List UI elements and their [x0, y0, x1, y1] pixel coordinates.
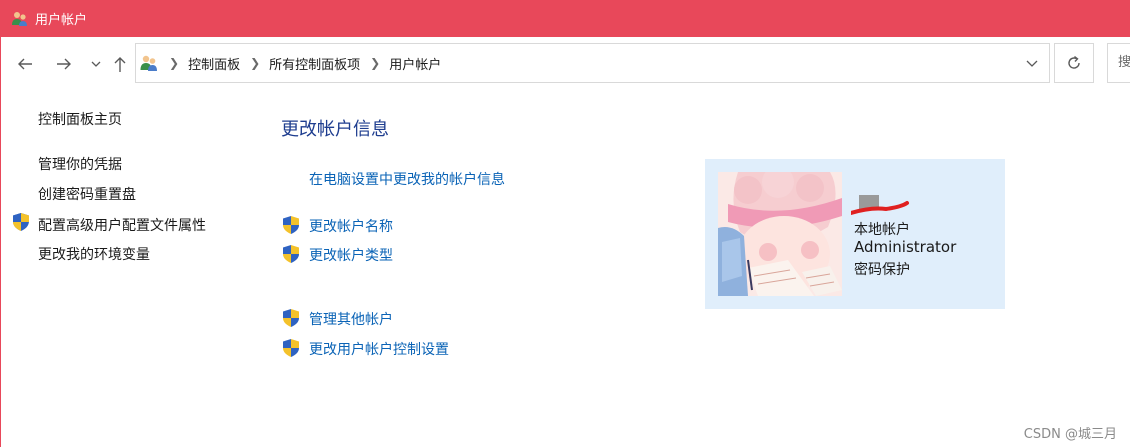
chevron-down-icon [91, 61, 101, 67]
pc-settings-link[interactable]: 在电脑设置中更改我的帐户信息 [309, 169, 505, 189]
left-pane: 控制面板主页 管理你的凭据 创建密码重置盘 配置高级用户配置文件属性 更改我的环… [1, 91, 261, 447]
address-bar[interactable]: ❯ 控制面板 ❯ 所有控制面板项 ❯ 用户帐户 [135, 43, 1050, 83]
breadcrumb-control-panel[interactable]: 控制面板 [188, 54, 240, 73]
search-input[interactable]: 搜 [1107, 43, 1130, 83]
account-name-label: Administrator [854, 238, 957, 256]
chevron-right-icon[interactable]: ❯ [169, 56, 179, 70]
navigation-bar: ❯ 控制面板 ❯ 所有控制面板项 ❯ 用户帐户 搜 [1, 37, 1130, 91]
account-type-label: 本地帐户 [854, 222, 910, 238]
watermark: CSDN @城三月 [1023, 427, 1117, 442]
forward-button[interactable] [53, 53, 75, 75]
chevron-right-icon[interactable]: ❯ [250, 56, 260, 70]
avatar[interactable] [718, 172, 842, 296]
page-title: 更改帐户信息 [281, 119, 389, 140]
uac-shield-icon [281, 338, 301, 358]
chevron-down-icon [1026, 60, 1038, 67]
arrow-up-icon [114, 57, 126, 72]
uac-shield-icon [281, 244, 301, 264]
uac-shield-icon [11, 212, 31, 232]
password-status-label: 密码保护 [854, 262, 910, 278]
up-button[interactable] [109, 53, 131, 75]
manage-other-accounts-link[interactable]: 管理其他帐户 [309, 309, 393, 329]
advanced-user-profile-properties-link[interactable]: 配置高级用户配置文件属性 [38, 215, 206, 235]
chevron-right-icon[interactable]: ❯ [370, 56, 380, 70]
avatar-illustration [718, 172, 842, 296]
user-accounts-icon [139, 53, 159, 73]
window-title: 用户帐户 [35, 13, 88, 28]
change-account-name-link[interactable]: 更改帐户名称 [309, 216, 393, 236]
address-dropdown-button[interactable] [1025, 54, 1039, 75]
change-uac-settings-link[interactable]: 更改用户帐户控制设置 [309, 339, 449, 359]
user-accounts-icon [11, 10, 29, 28]
refresh-icon [1068, 55, 1080, 69]
change-environment-variables-link[interactable]: 更改我的环境变量 [38, 244, 150, 264]
breadcrumb-all-control-panel-items[interactable]: 所有控制面板项 [269, 54, 360, 73]
account-card: 本地帐户 Administrator 密码保护 [705, 159, 1005, 309]
refresh-button[interactable] [1054, 43, 1094, 83]
arrow-left-icon [18, 58, 32, 70]
recent-locations-button[interactable] [85, 53, 107, 75]
arrow-right-icon [57, 58, 71, 70]
back-button[interactable] [14, 53, 36, 75]
create-password-reset-disk-link[interactable]: 创建密码重置盘 [38, 184, 136, 204]
change-account-type-link[interactable]: 更改帐户类型 [309, 245, 393, 265]
uac-shield-icon [281, 308, 301, 328]
user-accounts-window: 用户帐户 ❯ 控制面板 ❯ 所有控制面板项 ❯ 用户帐户 搜 控制面板主页 管理… [0, 0, 1130, 447]
redaction-scribble [851, 195, 909, 215]
title-bar[interactable]: 用户帐户 [1, 0, 1130, 37]
breadcrumb-user-accounts[interactable]: 用户帐户 [389, 54, 441, 73]
manage-credentials-link[interactable]: 管理你的凭据 [38, 154, 122, 174]
uac-shield-icon [281, 215, 301, 235]
control-panel-home-link[interactable]: 控制面板主页 [38, 109, 122, 129]
